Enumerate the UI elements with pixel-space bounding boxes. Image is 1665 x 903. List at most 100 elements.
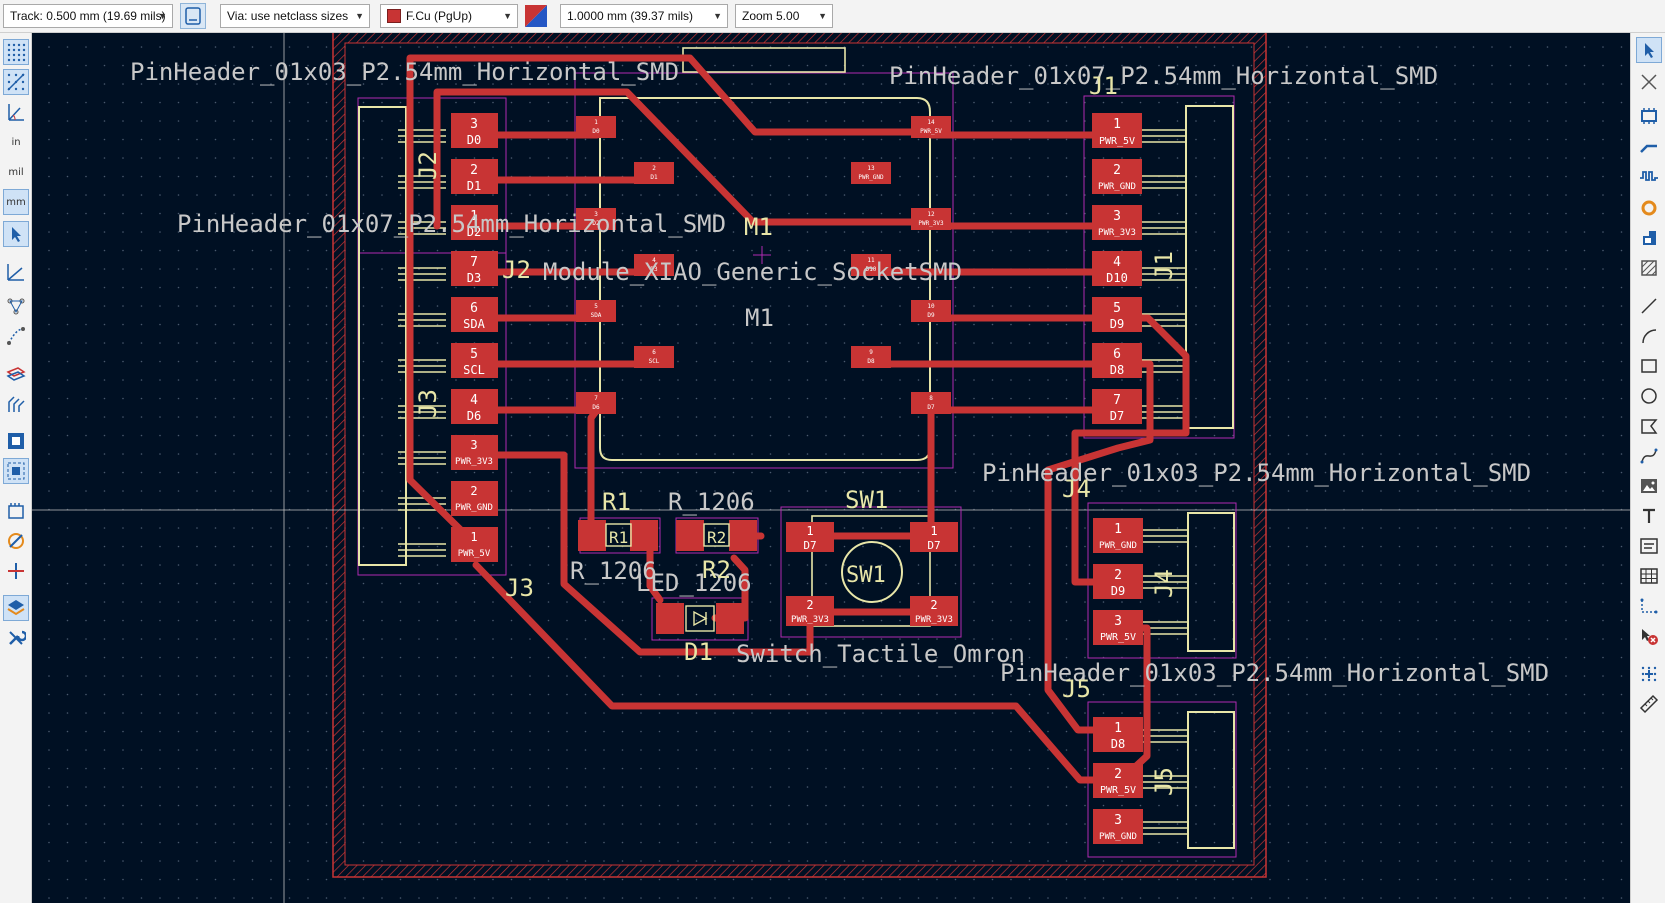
textbox-icon (1640, 538, 1658, 554)
pad-number: 7 (470, 255, 478, 270)
draw-polygon-button[interactable] (1636, 413, 1662, 439)
pad-net: PWR_GND (1098, 182, 1136, 192)
add-text-button[interactable] (1636, 503, 1662, 529)
draw-bezier-button[interactable] (1636, 443, 1662, 469)
add-via-button[interactable] (1636, 195, 1662, 221)
j3-reference-label: J3 (505, 574, 534, 602)
pad-net: PWR_5V (1100, 785, 1136, 796)
ratsnest-button[interactable] (3, 259, 29, 285)
j5-pad-2: 2 PWR_5V (1093, 763, 1143, 798)
track-width-select[interactable]: Track: 0.500 mm (19.69 mils) ▼ (3, 4, 173, 28)
ruler-icon (1639, 694, 1659, 714)
draw-line-button[interactable] (1636, 293, 1662, 319)
zoom-select[interactable]: Zoom 5.00 ▼ (735, 4, 833, 28)
j1-pad-2: 2 PWR_GND (1092, 159, 1142, 194)
r2-pad-1 (729, 520, 757, 551)
add-rule-area-button[interactable] (1636, 255, 1662, 281)
add-textbox-button[interactable] (1636, 533, 1662, 559)
curved-ratsnest-button[interactable] (3, 323, 29, 349)
add-image-button[interactable] (1636, 473, 1662, 499)
cursor-icon (12, 227, 21, 242)
pad-net: D9 (1110, 317, 1124, 331)
pad-number: 5 (594, 303, 598, 310)
d1-pad-1 (716, 603, 744, 634)
r2-value-label: R_1206 (668, 488, 755, 516)
j5-vertical-label: J5 (1150, 767, 1178, 796)
pencil-icon (8, 533, 24, 549)
show-ratsnest-button[interactable] (3, 293, 29, 319)
route-track-button[interactable] (1636, 133, 1662, 159)
polar-coords-button[interactable] (3, 99, 29, 125)
local-ratsnest-icon (1641, 74, 1657, 90)
pad-number: 8 (929, 395, 933, 402)
grid-origin-button[interactable] (1636, 661, 1662, 687)
draw-circle-button[interactable] (1636, 383, 1662, 409)
net-inspector-button[interactable] (3, 458, 29, 484)
appearance-panel-button[interactable] (3, 595, 29, 621)
j1-pad-5: 5D9 (1092, 297, 1142, 332)
pad-number: 2 (1113, 163, 1121, 178)
pad-net: D3 (467, 271, 481, 285)
pad-net: PWR_5V (458, 549, 491, 559)
j3-pad-3: 3 PWR_3V3 (451, 435, 498, 470)
pad-number: 1 (1113, 117, 1121, 132)
m1-pad-8: 8D7 (911, 392, 951, 414)
wrench-icon (9, 630, 26, 645)
m1-pad-9: 9D8 (851, 346, 891, 368)
units-mm-button[interactable]: mm (3, 189, 29, 215)
measure-tool-button[interactable] (1636, 691, 1662, 717)
properties-panel-button[interactable] (3, 625, 29, 651)
top-toolbar: Track: 0.500 mm (19.69 mils) ▼ Via: use n… (0, 0, 1665, 33)
via-icon (1641, 200, 1657, 216)
route-track-icon (1640, 144, 1657, 153)
m1-pad-13: 13 PWR_GND (851, 162, 891, 184)
sw1-reference-label: SW1 (845, 486, 888, 514)
dimension-icon (1640, 598, 1658, 614)
layer-pair-button[interactable] (523, 3, 549, 29)
chevron-down-icon: ▼ (503, 11, 512, 21)
select-tool-button[interactable] (1636, 37, 1662, 63)
j4-pad-1: 1 PWR_GND (1093, 518, 1143, 553)
pad-net: D8 (1110, 363, 1124, 377)
draw-rectangle-button[interactable] (1636, 353, 1662, 379)
grid-select[interactable]: 1.0000 mm (39.37 mils) ▼ (560, 4, 728, 28)
cursor-style-button[interactable] (3, 221, 29, 247)
pad-number: 3 (1114, 813, 1122, 828)
j2-footprint-label: PinHeader_01x03_P2.54mm_Horizontal_SMD (130, 58, 679, 86)
units-mils-button[interactable]: mil (3, 159, 29, 185)
crosshair-button[interactable] (3, 558, 29, 584)
tune-length-button[interactable] (1636, 163, 1662, 189)
pad-net: D7 (927, 539, 940, 552)
pad-number: 4 (1113, 255, 1121, 270)
grid-toggle-button[interactable] (3, 39, 29, 65)
via-size-select[interactable]: Via: use netclass sizes ▼ (220, 4, 370, 28)
j3-footprint-label: PinHeader_01x07_P2.54mm_Horizontal_SMD (177, 210, 726, 238)
arc-icon (1642, 329, 1657, 344)
sketch-mode-button[interactable] (3, 528, 29, 554)
pad-net: D0 (467, 133, 481, 147)
add-dimension-button[interactable] (1636, 593, 1662, 619)
overrides-grid-button[interactable] (3, 69, 29, 95)
j1-pad-7: 7D7 (1092, 389, 1142, 424)
net-inspector-icon (7, 462, 25, 480)
layers-display-button[interactable] (3, 361, 29, 387)
add-zone-button[interactable] (1636, 225, 1662, 251)
pcb-canvas[interactable]: 3 D0 2 D1 1 D2 7 D3 6 SDA 5 SCL 4 D6 3 PWR_3V3 2… (32, 33, 1630, 903)
units-inches-button[interactable]: in (3, 129, 29, 155)
add-footprint-button[interactable] (1636, 103, 1662, 129)
pad-number: 3 (1114, 614, 1122, 629)
layer-select[interactable]: F.Cu (PgUp) ▼ (380, 4, 518, 28)
footprint-display-button[interactable] (3, 498, 29, 524)
vias-display-button[interactable] (3, 391, 29, 417)
j4-pad-2: 2D9 (1093, 564, 1143, 599)
grid-override-icon (7, 73, 25, 91)
delete-tool-button[interactable] (1636, 623, 1662, 649)
draw-arc-button[interactable] (1636, 323, 1662, 349)
local-ratsnest-button[interactable] (1636, 69, 1662, 95)
high-contrast-button[interactable] (3, 428, 29, 454)
pad-net: PWR_3V3 (915, 615, 953, 625)
m1-pad-7: 7D6 (576, 392, 616, 414)
add-table-button[interactable] (1636, 563, 1662, 589)
auto-track-width-button[interactable] (180, 3, 206, 29)
chevron-down-icon: ▼ (713, 11, 722, 21)
